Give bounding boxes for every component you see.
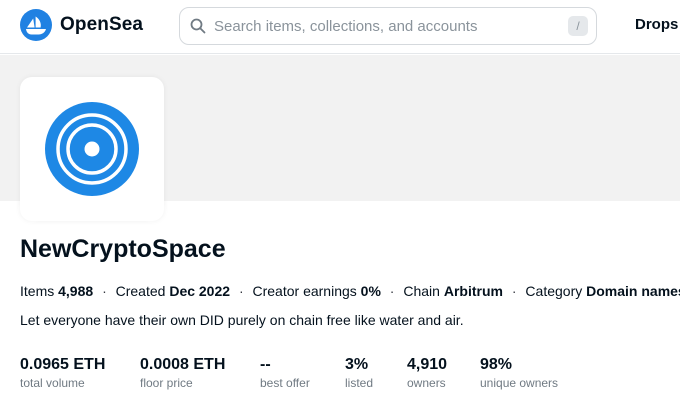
nav-drops-link[interactable]: Drops (635, 16, 678, 33)
search-input[interactable] (214, 17, 568, 35)
concentric-circle-logo-icon (45, 102, 139, 196)
stat-best-offer[interactable]: -- best offer (260, 356, 310, 391)
collection-description: Let everyone have their own DID purely o… (20, 312, 464, 328)
creator-earnings-label: Creator earnings (252, 283, 357, 299)
stat-value: 3% (345, 356, 369, 373)
meta-separator: · (238, 283, 244, 299)
stat-floor-price[interactable]: 0.0008 ETH floor price (140, 356, 225, 391)
stat-value: 98% (480, 356, 513, 373)
stat-label: unique owners (480, 376, 559, 390)
stat-listed[interactable]: 3% listed (345, 356, 373, 391)
search-shortcut-key: / (568, 16, 588, 36)
items-value: 4,988 (58, 283, 94, 299)
stat-label: total volume (20, 376, 85, 390)
stat-total-volume[interactable]: 0.0965 ETH total volume (20, 356, 105, 391)
opensea-logo-icon (20, 9, 52, 41)
chain-label: Chain (403, 283, 440, 299)
brand-link[interactable]: OpenSea (20, 9, 143, 41)
top-navbar: OpenSea / Drops (0, 0, 680, 54)
stat-value: 0.0965 ETH (20, 356, 106, 373)
stat-value: 4,910 (407, 356, 448, 373)
search-bar[interactable]: / (179, 7, 597, 45)
items-label: Items (20, 283, 55, 299)
collection-stats: 0.0965 ETH total volume 0.0008 ETH floor… (0, 356, 680, 396)
created-label: Created (115, 283, 166, 299)
creator-earnings-value: 0% (360, 283, 381, 299)
category-value[interactable]: Domain names (586, 283, 680, 299)
stat-label: listed (345, 376, 374, 390)
meta-separator: · (511, 283, 517, 299)
meta-separator: · (102, 283, 107, 299)
stat-label: owners (407, 376, 446, 390)
stat-owners[interactable]: 4,910 owners (407, 356, 447, 391)
stat-value: -- (260, 356, 271, 373)
created-value: Dec 2022 (169, 283, 231, 299)
collection-title: NewCryptoSpace (20, 235, 226, 263)
stat-label: best offer (260, 376, 310, 390)
stat-value: 0.0008 ETH (140, 356, 226, 373)
stat-label: floor price (140, 376, 193, 390)
stat-unique-owners[interactable]: 98% unique owners (480, 356, 558, 391)
category-label: Category (525, 283, 583, 299)
chain-value: Arbitrum (443, 283, 503, 299)
collection-avatar (20, 77, 164, 221)
brand-name: OpenSea (60, 14, 144, 35)
search-icon (190, 18, 206, 34)
meta-separator: · (389, 283, 395, 299)
collection-meta: Items 4,988 · Created Dec 2022 · Creator… (20, 283, 680, 299)
